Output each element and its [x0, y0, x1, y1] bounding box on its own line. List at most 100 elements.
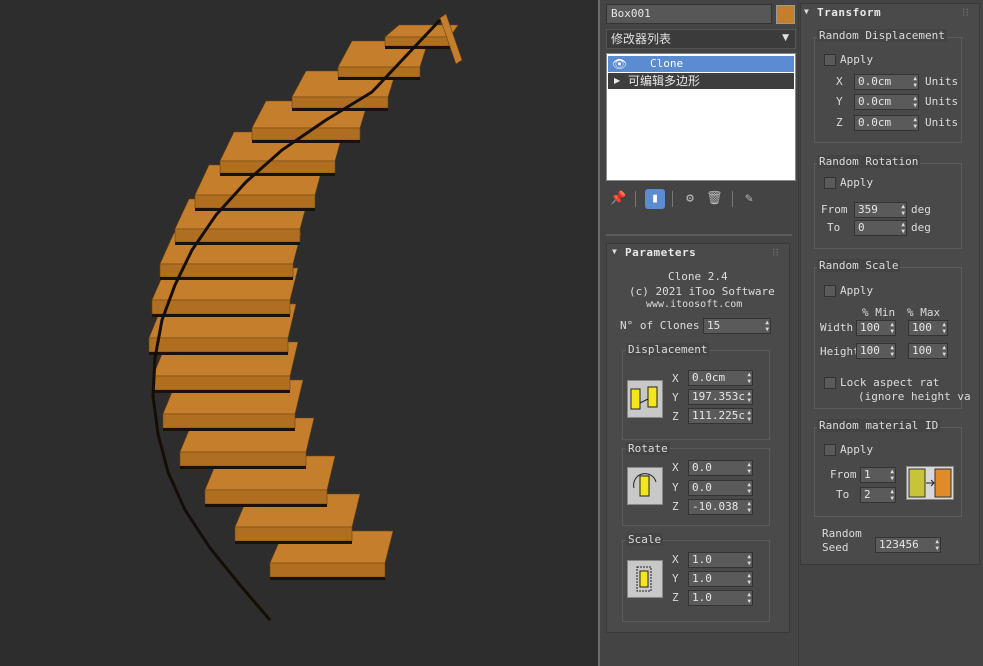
divider — [732, 191, 733, 207]
axis-x-label: X — [672, 372, 679, 385]
spinner-arrows-icon[interactable]: ▲ ▼ — [913, 116, 917, 130]
spinner-arrows-icon[interactable]: ▲ ▼ — [747, 371, 751, 385]
value: -10.038 — [692, 500, 739, 513]
random-displacement-apply-checkbox[interactable] — [824, 54, 836, 66]
value: 0.0cm — [858, 75, 892, 88]
lock-aspect-checkbox[interactable] — [824, 377, 836, 389]
spinner-arrows-icon[interactable]: ▲ ▼ — [747, 461, 751, 475]
axis-x-label: X — [672, 461, 679, 474]
stair-step — [194, 194, 316, 209]
spinner-arrows-icon[interactable]: ▲ ▼ — [747, 481, 751, 495]
max-label: % Max — [907, 306, 941, 319]
spinner-arrows-icon[interactable]: ▲ ▼ — [747, 500, 751, 514]
value: 197.353c — [692, 390, 745, 403]
axis-z-label: Z — [672, 591, 679, 604]
from-label: From — [830, 468, 857, 481]
material-from-spinner[interactable]: 1 ▲ ▼ — [860, 467, 896, 483]
displacement-x-spinner[interactable]: 0.0cm ▲ ▼ — [688, 370, 753, 386]
collapse-arrow-icon[interactable]: ▼ — [804, 7, 809, 16]
random-rotation-from-spinner[interactable]: 359 ▲ ▼ — [854, 202, 907, 218]
stack-item-editable-poly[interactable]: ▶ 可编辑多边形 — [608, 73, 794, 89]
spinner-arrows-icon[interactable]: ▲ ▼ — [890, 344, 894, 358]
show-end-result-icon[interactable]: ▮ — [645, 189, 665, 209]
spinner-arrows-icon[interactable]: ▲ ▼ — [913, 95, 917, 109]
modifier-stack[interactable]: 👁 Clone ▶ 可编辑多边形 — [606, 53, 796, 181]
width-min-spinner[interactable]: 100 ▲ ▼ — [856, 320, 896, 336]
random-material-apply-checkbox[interactable] — [824, 444, 836, 456]
width-label: Width — [820, 321, 854, 334]
parameters-title[interactable]: Parameters — [625, 246, 696, 259]
object-color-swatch[interactable] — [776, 5, 795, 24]
expand-arrow-icon[interactable]: ▶ — [614, 73, 620, 89]
width-max-spinner[interactable]: 100 ▲ ▼ — [908, 320, 948, 336]
spinner-arrows-icon[interactable]: ▲ ▼ — [942, 344, 946, 358]
rotate-x-spinner[interactable]: 0.0 ▲ ▼ — [688, 460, 753, 476]
rotate-z-spinner[interactable]: -10.038 ▲ ▼ — [688, 499, 753, 515]
height-max-spinner[interactable]: 100 ▲ ▼ — [908, 343, 948, 359]
spinner-arrows-icon[interactable]: ▲ ▼ — [747, 390, 751, 404]
material-to-spinner[interactable]: 2 ▲ ▼ — [860, 487, 896, 503]
spinner-arrows-icon[interactable]: ▲ ▼ — [901, 203, 905, 217]
value: 100 — [912, 344, 932, 357]
spinner-arrows-icon[interactable]: ▲ ▼ — [935, 538, 939, 552]
random-seed-spinner[interactable]: 123456 ▲ ▼ — [875, 537, 941, 553]
stair-step — [174, 228, 301, 243]
viewport[interactable] — [0, 0, 598, 666]
spinner-arrows-icon[interactable]: ▲ ▼ — [890, 321, 894, 335]
spinner-arrows-icon[interactable]: ▲ ▼ — [765, 319, 769, 333]
value: 1 — [864, 468, 871, 481]
random-scale-apply-checkbox[interactable] — [824, 285, 836, 297]
value: 359 — [858, 203, 878, 216]
random-rotation-to-spinner[interactable]: 0 ▲ ▼ — [854, 220, 907, 236]
random-displacement-y-spinner[interactable]: 0.0cm ▲ ▼ — [854, 94, 919, 110]
spinner-arrows-icon[interactable]: ▲ ▼ — [747, 572, 751, 586]
make-unique-icon[interactable]: ⚙ — [682, 190, 698, 208]
random-displacement-x-spinner[interactable]: 0.0cm ▲ ▼ — [854, 74, 919, 90]
scale-y-spinner[interactable]: 1.0 ▲ ▼ — [688, 571, 753, 587]
drag-handle-icon[interactable]: ⁝⁝ — [962, 6, 969, 19]
stair-step — [179, 451, 307, 467]
displacement-z-spinner[interactable]: 111.225c ▲ ▼ — [688, 408, 753, 424]
stair-step — [153, 390, 290, 393]
transform-title[interactable]: Transform — [817, 6, 881, 19]
random-displacement-z-spinner[interactable]: 0.0cm ▲ ▼ — [854, 115, 919, 131]
stair-step — [195, 208, 315, 211]
spinner-arrows-icon[interactable]: ▲ ▼ — [747, 553, 751, 567]
eye-icon[interactable]: 👁 — [612, 56, 627, 72]
spinner-arrows-icon[interactable]: ▲ ▼ — [890, 488, 894, 502]
spinner-arrows-icon[interactable]: ▲ ▼ — [942, 321, 946, 335]
modifier-list-dropdown[interactable]: 修改器列表 ▼ — [606, 29, 796, 49]
clones-value: 15 — [707, 319, 721, 332]
modifier-list-label: 修改器列表 — [611, 32, 672, 46]
scale-label: Scale — [626, 533, 664, 546]
value: 100 — [912, 321, 932, 334]
stair-step — [219, 160, 336, 174]
random-material-label: Random material ID — [817, 419, 941, 432]
panel-divider[interactable] — [606, 234, 792, 236]
drag-handle-icon[interactable]: ⁝⁝ — [772, 246, 779, 259]
stack-item-clone[interactable]: 👁 Clone — [608, 56, 794, 72]
spinner-arrows-icon[interactable]: ▲ ▼ — [901, 221, 905, 235]
spinner-arrows-icon[interactable]: ▲ ▼ — [747, 409, 751, 423]
random-scale-label: Random Scale — [817, 259, 901, 272]
collapse-arrow-icon[interactable]: ▼ — [612, 247, 617, 256]
rotate-y-spinner[interactable]: 0.0 ▲ ▼ — [688, 480, 753, 496]
stair-step — [151, 299, 291, 315]
value: 2 — [864, 488, 871, 501]
object-name-field[interactable]: Box001 — [606, 4, 772, 24]
spinner-arrows-icon[interactable]: ▲ ▼ — [913, 75, 917, 89]
height-min-spinner[interactable]: 100 ▲ ▼ — [856, 343, 896, 359]
random-rotation-apply-checkbox[interactable] — [824, 177, 836, 189]
displacement-y-spinner[interactable]: 197.353c ▲ ▼ — [688, 389, 753, 405]
scale-x-spinner[interactable]: 1.0 ▲ ▼ — [688, 552, 753, 568]
scale-z-spinner[interactable]: 1.0 ▲ ▼ — [688, 590, 753, 606]
configure-sets-icon[interactable]: ✎ — [741, 190, 757, 208]
stair-step — [235, 541, 352, 544]
spinner-arrows-icon[interactable]: ▲ ▼ — [747, 591, 751, 605]
spinner-arrows-icon[interactable]: ▲ ▼ — [890, 468, 894, 482]
staircase-render — [148, 13, 463, 621]
trash-icon[interactable]: 🗑 — [706, 190, 723, 208]
clones-spinner[interactable]: 15 ▲ ▼ — [703, 318, 771, 334]
pin-stack-icon[interactable]: 📌 — [610, 190, 626, 208]
value: 100 — [860, 344, 880, 357]
